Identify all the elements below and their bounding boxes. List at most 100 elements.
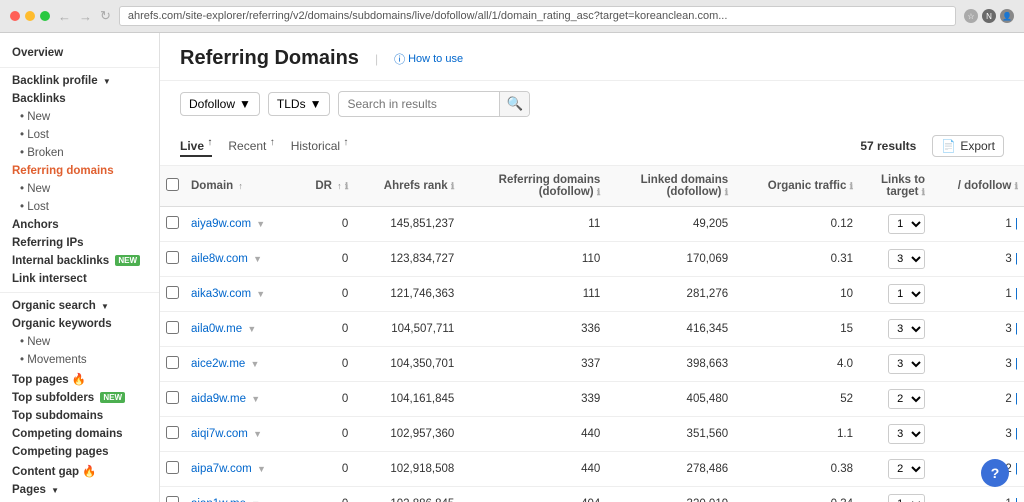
- row-linked-domains: 49,205: [606, 207, 734, 242]
- extension-icon[interactable]: N: [982, 9, 996, 23]
- domain-dropdown-icon[interactable]: ▼: [247, 324, 256, 334]
- bookmark-icon[interactable]: ☆: [964, 9, 978, 23]
- close-btn[interactable]: [10, 11, 20, 21]
- sidebar-overview[interactable]: Overview: [0, 43, 159, 63]
- url-bar[interactable]: ahrefs.com/site-explorer/referring/v2/do…: [119, 6, 956, 26]
- domain-dropdown-icon[interactable]: ▼: [253, 429, 262, 439]
- row-checkbox[interactable]: [166, 426, 179, 439]
- sidebar-backlinks-broken[interactable]: Broken: [0, 144, 159, 162]
- domain-dropdown-icon[interactable]: ▼: [253, 254, 262, 264]
- row-checkbox[interactable]: [166, 461, 179, 474]
- minimize-btn[interactable]: [25, 11, 35, 21]
- maximize-btn[interactable]: [40, 11, 50, 21]
- links-select[interactable]: 2: [888, 389, 925, 409]
- row-dofollow-link[interactable]: |: [1015, 288, 1018, 300]
- sidebar-internal-backlinks[interactable]: Internal backlinks NEW: [0, 252, 159, 270]
- select-all-checkbox[interactable]: [166, 178, 179, 191]
- links-select[interactable]: 3: [888, 354, 925, 374]
- row-checkbox[interactable]: [166, 286, 179, 299]
- tab-live[interactable]: Live ↑: [180, 135, 212, 157]
- tab-recent[interactable]: Recent ↑: [228, 135, 274, 157]
- domain-link[interactable]: aipa7w.com: [191, 463, 252, 475]
- export-button[interactable]: 📄 Export: [932, 135, 1004, 157]
- domain-dropdown-icon[interactable]: ▼: [251, 394, 260, 404]
- row-checkbox[interactable]: [166, 251, 179, 264]
- links-select[interactable]: 3: [888, 249, 925, 269]
- sidebar-organic-new[interactable]: New: [0, 333, 159, 351]
- row-checkbox[interactable]: [166, 216, 179, 229]
- links-select[interactable]: 1: [888, 284, 925, 304]
- links-select[interactable]: 3: [888, 319, 925, 339]
- row-dofollow-link[interactable]: |: [1015, 323, 1018, 335]
- th-dr[interactable]: DR ↑ ℹ: [297, 166, 355, 207]
- th-ref-domains[interactable]: Referring domains(dofollow) ℹ: [460, 166, 606, 207]
- sidebar-organic-keywords[interactable]: Organic keywords: [0, 315, 159, 333]
- profile-icon[interactable]: 👤: [1000, 9, 1014, 23]
- search-input[interactable]: [339, 93, 499, 115]
- row-dofollow-link[interactable]: |: [1015, 253, 1018, 265]
- domain-link[interactable]: aila0w.me: [191, 323, 242, 335]
- how-to-link[interactable]: ⓘ How to use: [394, 51, 463, 67]
- sidebar-top-subdomains[interactable]: Top subdomains: [0, 407, 159, 425]
- domain-link[interactable]: aiya9w.com: [191, 218, 251, 230]
- sidebar-organic-movements[interactable]: Movements: [0, 351, 159, 369]
- sidebar-competing-domains[interactable]: Competing domains: [0, 425, 159, 443]
- sidebar-referring-domains[interactable]: Referring domains: [0, 162, 159, 180]
- row-dofollow-link[interactable]: |: [1015, 218, 1018, 230]
- sidebar-link-intersect[interactable]: Link intersect: [0, 270, 159, 288]
- sidebar-referring-ips[interactable]: Referring IPs: [0, 234, 159, 252]
- domain-dropdown-icon[interactable]: ▼: [251, 359, 260, 369]
- table-row: aila0w.me ▼ 0 104,507,711 336 416,345 15…: [160, 312, 1024, 347]
- row-dofollow-link[interactable]: |: [1015, 428, 1018, 440]
- domain-link[interactable]: aice2w.me: [191, 358, 245, 370]
- row-dofollow-link[interactable]: |: [1015, 393, 1018, 405]
- sidebar-top-pages[interactable]: Top pages 🔥: [0, 369, 159, 389]
- th-ahrefs-rank[interactable]: Ahrefs rank ℹ: [354, 166, 460, 207]
- links-select[interactable]: 2: [888, 459, 925, 479]
- row-dofollow-link[interactable]: |: [1015, 463, 1018, 475]
- row-checkbox[interactable]: [166, 391, 179, 404]
- th-linked-domains[interactable]: Linked domains(dofollow) ℹ: [606, 166, 734, 207]
- row-linked-domains: 405,480: [606, 382, 734, 417]
- links-select[interactable]: 3: [888, 424, 925, 444]
- domain-link[interactable]: aian1w.me: [191, 498, 246, 502]
- sidebar-competing-pages[interactable]: Competing pages: [0, 443, 159, 461]
- domain-link[interactable]: aiqi7w.com: [191, 428, 248, 440]
- search-button[interactable]: 🔍: [499, 92, 529, 116]
- reload-btn[interactable]: ↻: [100, 8, 111, 24]
- domain-dropdown-icon[interactable]: ▼: [257, 464, 266, 474]
- th-domain[interactable]: Domain ↑: [185, 166, 297, 207]
- row-checkbox[interactable]: [166, 321, 179, 334]
- sidebar-referring-lost[interactable]: Lost: [0, 198, 159, 216]
- sidebar-top-subfolders[interactable]: Top subfolders NEW: [0, 389, 159, 407]
- sidebar-backlinks-new[interactable]: New: [0, 108, 159, 126]
- th-organic-traffic[interactable]: Organic traffic ℹ: [734, 166, 859, 207]
- sidebar-organic-search[interactable]: Organic search ▼: [0, 297, 159, 315]
- links-select[interactable]: 1: [888, 214, 925, 234]
- th-links-to-target[interactable]: Links totarget ℹ: [859, 166, 931, 207]
- tlds-dropdown[interactable]: TLDs ▼: [268, 92, 331, 116]
- row-dofollow-link[interactable]: |: [1015, 358, 1018, 370]
- tab-historical[interactable]: Historical ↑: [291, 135, 349, 157]
- th-dofollow[interactable]: / dofollow ℹ: [931, 166, 1024, 207]
- sidebar-anchors[interactable]: Anchors: [0, 216, 159, 234]
- sidebar-backlink-profile[interactable]: Backlink profile ▼: [0, 72, 159, 90]
- domain-link[interactable]: aile8w.com: [191, 253, 248, 265]
- sidebar-backlinks[interactable]: Backlinks: [0, 90, 159, 108]
- domain-link[interactable]: aika3w.com: [191, 288, 251, 300]
- help-button[interactable]: ?: [981, 459, 1009, 487]
- sidebar-backlinks-lost[interactable]: Lost: [0, 126, 159, 144]
- back-btn[interactable]: ←: [58, 9, 71, 24]
- forward-btn[interactable]: →: [79, 9, 92, 24]
- sidebar-content-gap[interactable]: Content gap 🔥: [0, 461, 159, 481]
- links-select[interactable]: 1: [888, 494, 925, 502]
- domain-dropdown-icon[interactable]: ▼: [256, 289, 265, 299]
- row-dofollow-link[interactable]: |: [1015, 498, 1018, 502]
- row-checkbox[interactable]: [166, 356, 179, 369]
- sidebar-pages[interactable]: Pages ▼: [0, 481, 159, 499]
- sidebar-referring-new[interactable]: New: [0, 180, 159, 198]
- domain-dropdown-icon[interactable]: ▼: [256, 219, 265, 229]
- domain-link[interactable]: aida9w.me: [191, 393, 246, 405]
- row-checkbox[interactable]: [166, 496, 179, 502]
- dofollow-dropdown[interactable]: Dofollow ▼: [180, 92, 260, 116]
